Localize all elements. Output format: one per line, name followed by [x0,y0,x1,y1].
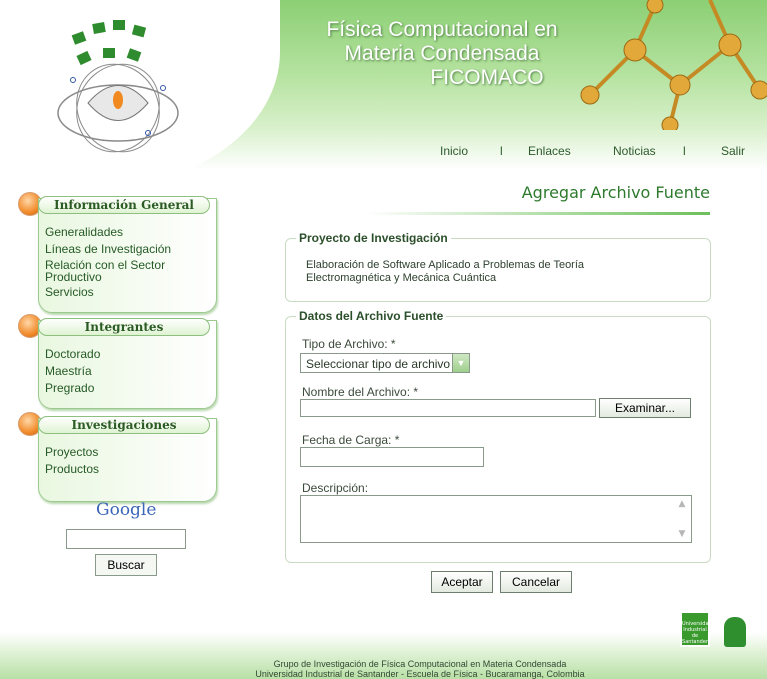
top-navigation: Inicio l Enlaces Noticias l Salir [430,144,760,162]
footer: Grupo de Investigación de Física Computa… [0,632,767,679]
examinar-button[interactable]: Examinar... [599,398,691,418]
sidebar-section-investigaciones: Proyectos Productos Investigaciones [18,412,218,502]
legend-proyecto: Proyecto de Investigación [296,231,451,245]
nav-inicio[interactable]: Inicio [440,144,468,158]
nombre-archivo-label: Nombre del Archivo: * [302,385,419,399]
sidebar-section-integrantes: Doctorado Maestría Pregrado Integrantes [18,314,218,412]
scroll-down-icon[interactable]: ▼ [676,528,688,540]
nav-salir[interactable]: Salir [721,144,745,158]
tipo-archivo-select[interactable]: Seleccionar tipo de archivo ▼ [300,353,470,373]
sidebar-heading-integrantes: Integrantes [38,318,210,336]
site-title-line3: FICOMACO [430,66,544,89]
sidebar-section-informacion: Generalidades Líneas de Investigación Re… [18,190,218,313]
sidebar-item-lineas[interactable]: Líneas de Investigación [45,242,210,257]
sidebar-item-productos[interactable]: Productos [45,462,210,477]
sidebar-item-pregrado[interactable]: Pregrado [45,381,210,396]
fieldset-proyecto: Proyecto de Investigación Elaboración de… [285,231,711,302]
nombre-archivo-input[interactable] [300,399,596,417]
google-logo: Google [96,500,157,520]
search-button[interactable]: Buscar [95,554,157,576]
fecha-carga-label: Fecha de Carga: * [302,433,400,447]
nav-noticias[interactable]: Noticias [613,144,656,158]
fecha-carga-input[interactable] [300,447,484,467]
aceptar-button[interactable]: Aceptar [431,571,493,593]
footer-text: Grupo de Investigación de Física Computa… [250,659,590,679]
sidebar-heading-informacion: Información General [38,196,210,214]
site-title-line1: Física Computacional en [326,18,558,41]
nav-separator: l [683,144,686,158]
sidebar-item-proyectos[interactable]: Proyectos [45,445,210,460]
sidebar-item-generalidades[interactable]: Generalidades [45,225,210,240]
sidebar-item-servicios[interactable]: Servicios [45,285,210,300]
sidebar-item-maestria[interactable]: Maestría [45,364,210,379]
sidebar-item-relacion[interactable]: Relación con el Sector Productivo [45,259,210,283]
tipo-archivo-label: Tipo de Archivo: * [302,337,396,351]
site-title: Física Computacional en Materia Condensa… [292,18,592,90]
site-title-line2: Materia Condensada [344,42,540,65]
ficomaco-logo-icon [57,20,179,153]
footer-line1: Grupo de Investigación de Física Computa… [273,659,567,669]
google-search-input[interactable] [66,529,186,549]
sidebar: Generalidades Líneas de Investigación Re… [18,190,218,502]
sidebar-item-doctorado[interactable]: Doctorado [45,347,210,362]
footer-line2: Universidad Industrial de Santander - Es… [255,669,585,679]
chevron-down-icon[interactable]: ▼ [452,354,469,372]
fieldset-datos: Datos del Archivo Fuente Tipo de Archivo… [285,309,711,563]
nav-enlaces[interactable]: Enlaces [528,144,571,158]
legend-datos: Datos del Archivo Fuente [296,309,447,323]
uis-logo-icon [724,617,746,647]
nav-separator: l [500,144,503,158]
title-underline [365,212,710,215]
descripcion-textarea[interactable]: ▲ ▼ [300,495,692,543]
header-banner: Física Computacional en Materia Condensa… [0,0,767,170]
page-title: Agregar Archivo Fuente [521,183,710,202]
molecule-icon [580,0,767,130]
sidebar-box: Generalidades Líneas de Investigación Re… [38,198,217,313]
cancelar-button[interactable]: Cancelar [500,571,572,593]
sidebar-heading-investigaciones: Investigaciones [38,416,210,434]
tipo-archivo-value: Seleccionar tipo de archivo [306,357,451,371]
proyecto-text: Elaboración de Software Aplicado a Probl… [306,259,585,284]
scroll-up-icon[interactable]: ▲ [676,498,688,510]
descripcion-label: Descripción: [302,481,369,495]
uis-badge: Universidad Industrial de Santander [680,611,712,647]
